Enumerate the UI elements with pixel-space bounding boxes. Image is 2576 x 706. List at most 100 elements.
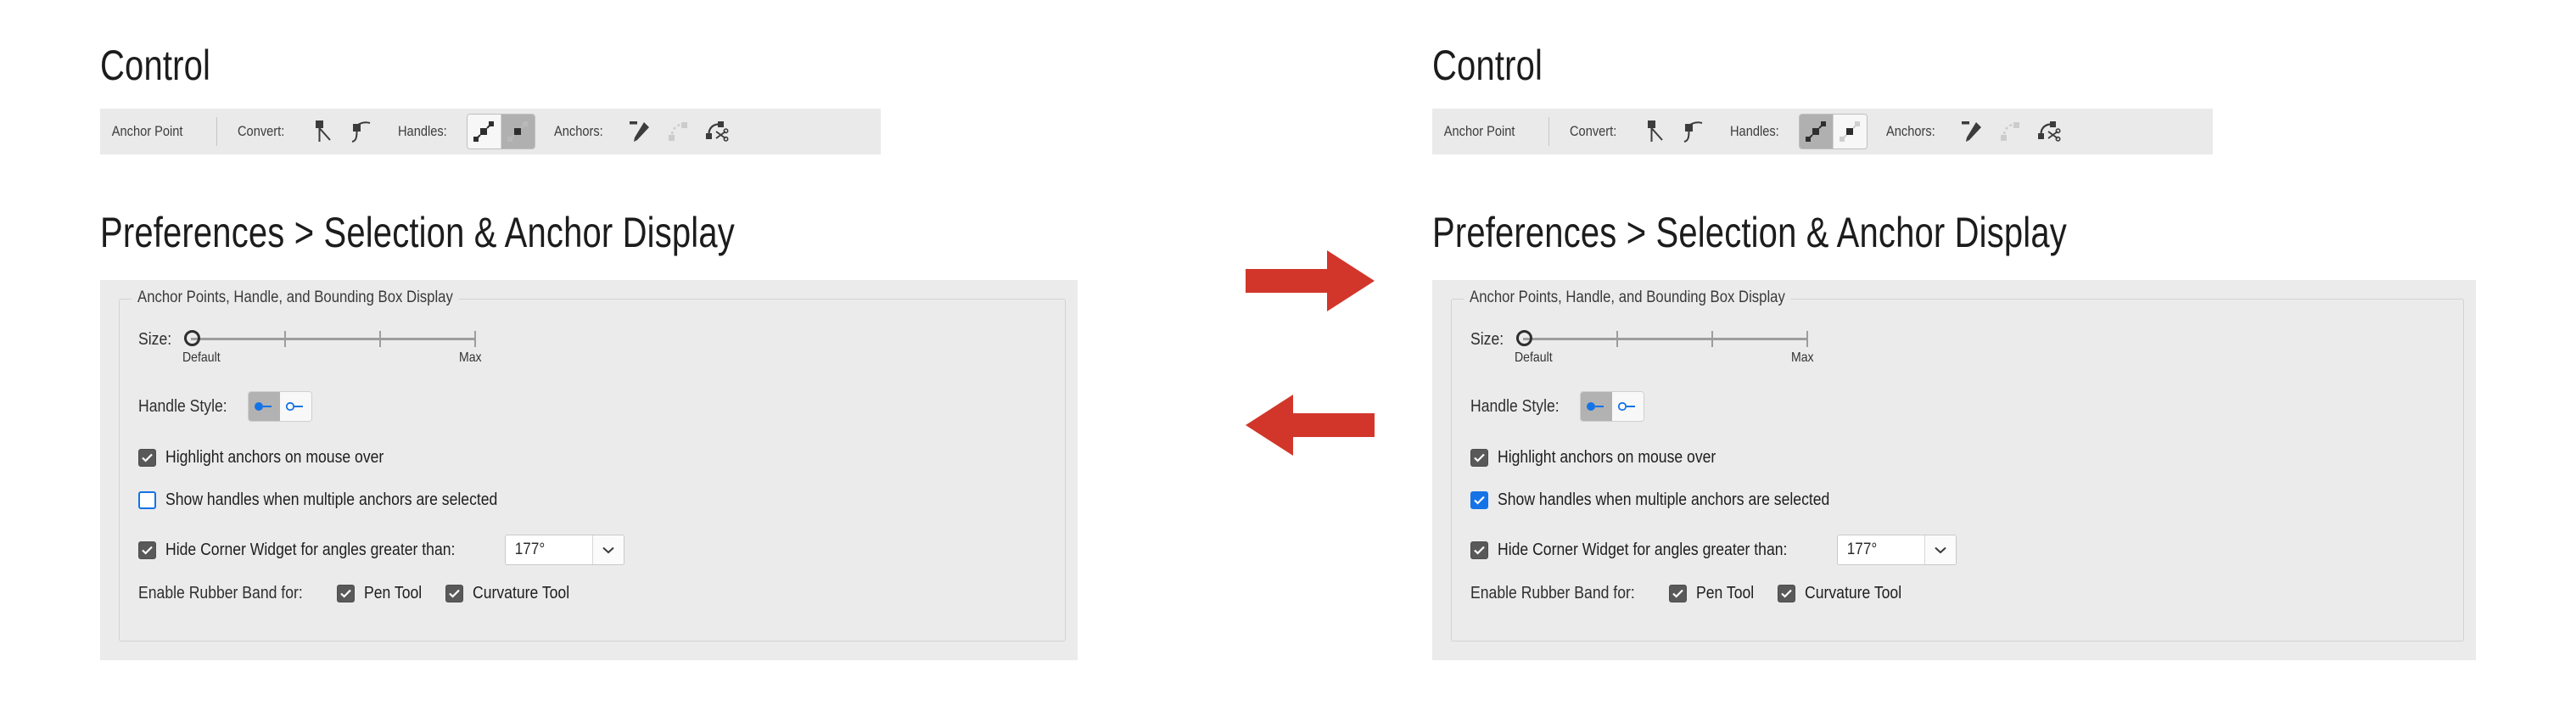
checkbox-row-show-handles-before[interactable]: Show handles when multiple anchors are s… xyxy=(138,490,543,510)
chevron-down-icon[interactable] xyxy=(1924,535,1956,564)
rubber-band-label-after: Enable Rubber Band for: xyxy=(1470,584,1635,602)
checkbox-label-curvature-tool: Curvature Tool xyxy=(1804,584,1901,602)
checkbox-row-highlight-anchors-after[interactable]: Highlight anchors on mouse over xyxy=(1470,448,1745,468)
slider-max-caption: Max xyxy=(1791,350,1815,365)
add-anchor-pen-icon[interactable] xyxy=(622,115,656,148)
handle-style-solid-icon[interactable] xyxy=(1580,392,1612,421)
checkbox-hide-corner-widget[interactable] xyxy=(1470,541,1488,559)
convert-group-before: Convert: xyxy=(219,109,378,154)
handles-label-before: Handles: xyxy=(397,123,447,139)
toolbar-divider xyxy=(216,117,218,146)
convert-label-after: Convert: xyxy=(1570,123,1617,139)
convert-to-corner-icon[interactable] xyxy=(1636,115,1670,148)
handles-segmented-control-before[interactable] xyxy=(466,114,535,149)
arrow-right-icon xyxy=(1246,250,1375,316)
preferences-panel-after: Anchor Points, Handle, and Bounding Box … xyxy=(1432,280,2476,660)
handle-style-hollow-icon[interactable] xyxy=(279,392,311,421)
show-handles-single-icon[interactable] xyxy=(1799,115,1834,148)
handle-style-segmented-control-before[interactable] xyxy=(247,391,312,422)
handles-group-before: Handles: xyxy=(379,109,535,154)
remove-anchor-icon xyxy=(1993,115,2027,148)
handles-group-after: Handles: xyxy=(1711,109,1868,154)
checkbox-label-show-handles: Show handles when multiple anchors are s… xyxy=(165,490,498,509)
anchors-group-before: Anchors: xyxy=(535,109,736,154)
slider-tick xyxy=(284,331,287,347)
show-handles-multiple-icon[interactable] xyxy=(1833,115,1867,148)
angle-dropdown-after[interactable]: 177° xyxy=(1836,535,1957,565)
handle-style-solid-icon[interactable] xyxy=(248,392,280,421)
convert-to-smooth-icon[interactable] xyxy=(1675,115,1709,148)
checkbox-highlight-anchors[interactable] xyxy=(1470,449,1488,467)
rubber-band-label-before: Enable Rubber Band for: xyxy=(138,584,303,602)
checkbox-label-pen-tool: Pen Tool xyxy=(364,584,423,602)
checkbox-show-handles[interactable] xyxy=(1470,491,1488,509)
fieldset-legend-before: Anchor Points, Handle, and Bounding Box … xyxy=(132,289,459,307)
convert-to-corner-icon[interactable] xyxy=(304,115,338,148)
rubber-band-row-before: Enable Rubber Band for: Pen Tool Curvatu… xyxy=(138,584,597,603)
show-handles-single-icon[interactable] xyxy=(467,115,501,148)
rubber-band-pen-tool-before[interactable]: Pen Tool xyxy=(337,584,429,603)
checkbox-curvature-tool[interactable] xyxy=(445,585,463,602)
slider-thumb[interactable] xyxy=(1516,330,1533,346)
anchors-group-after: Anchors: xyxy=(1868,109,2069,154)
checkbox-hide-corner-widget[interactable] xyxy=(138,541,156,559)
toolbar-divider xyxy=(1548,117,1550,146)
handles-label-after: Handles: xyxy=(1729,123,1779,139)
preferences-heading-after: Preferences > Selection & Anchor Display xyxy=(1432,209,2067,256)
anchors-label-before: Anchors: xyxy=(553,123,603,139)
after-panel: Control Anchor Point Convert: Handles: A… xyxy=(1432,0,2535,706)
checkbox-row-hide-corner-widget-after[interactable]: Hide Corner Widget for angles greater th… xyxy=(1470,535,1957,565)
before-panel: Control Anchor Point Convert: Handles: A… xyxy=(100,0,1203,706)
size-slider-row-after: Size: Default Max xyxy=(1470,328,1817,367)
handle-style-hollow-icon[interactable] xyxy=(1611,392,1644,421)
checkbox-label-highlight-anchors: Highlight anchors on mouse over xyxy=(165,448,384,467)
slider-tick xyxy=(1806,331,1809,347)
checkbox-label-hide-corner-widget: Hide Corner Widget for angles greater th… xyxy=(165,540,456,559)
size-slider-after[interactable]: Default Max xyxy=(1511,328,1817,367)
rubber-band-curvature-tool-after[interactable]: Curvature Tool xyxy=(1777,584,1915,603)
handle-style-row-after: Handle Style: xyxy=(1470,391,1644,422)
handles-segmented-control-after[interactable] xyxy=(1798,114,1868,149)
checkbox-label-curvature-tool: Curvature Tool xyxy=(472,584,569,602)
slider-min-caption: Default xyxy=(1515,350,1554,365)
slider-tick xyxy=(474,331,477,347)
toolbar-title-after: Anchor Point xyxy=(1443,123,1515,139)
cut-path-scissors-icon[interactable] xyxy=(700,115,734,148)
size-slider-before[interactable]: Default Max xyxy=(179,328,484,367)
control-toolbar-after: Anchor Point Convert: Handles: Anchors: xyxy=(1432,109,2213,154)
convert-to-smooth-icon[interactable] xyxy=(343,115,377,148)
preferences-panel-before: Anchor Points, Handle, and Bounding Box … xyxy=(100,280,1078,660)
checkbox-label-show-handles: Show handles when multiple anchors are s… xyxy=(1498,490,1830,509)
rubber-band-pen-tool-after[interactable]: Pen Tool xyxy=(1669,584,1761,603)
add-anchor-pen-icon[interactable] xyxy=(1954,115,1988,148)
checkbox-highlight-anchors[interactable] xyxy=(138,449,156,467)
checkbox-show-handles[interactable] xyxy=(138,491,156,509)
anchors-label-after: Anchors: xyxy=(1885,123,1935,139)
arrow-left-icon xyxy=(1246,395,1375,460)
checkbox-curvature-tool[interactable] xyxy=(1777,585,1795,602)
show-handles-multiple-icon[interactable] xyxy=(501,115,535,148)
rubber-band-curvature-tool-before[interactable]: Curvature Tool xyxy=(445,584,583,603)
slider-track xyxy=(1523,338,1809,340)
checkbox-row-highlight-anchors-before[interactable]: Highlight anchors on mouse over xyxy=(138,448,413,468)
slider-max-caption: Max xyxy=(459,350,483,365)
toolbar-title-before: Anchor Point xyxy=(111,123,183,139)
control-heading-before: Control xyxy=(100,42,211,89)
anchor-display-fieldset-before: Anchor Points, Handle, and Bounding Box … xyxy=(119,289,1066,642)
convert-label-before: Convert: xyxy=(238,123,285,139)
angle-dropdown-before[interactable]: 177° xyxy=(504,535,624,565)
checkbox-pen-tool[interactable] xyxy=(1669,585,1688,602)
rubber-band-row-after: Enable Rubber Band for: Pen Tool Curvatu… xyxy=(1470,584,1929,603)
checkbox-row-hide-corner-widget-before[interactable]: Hide Corner Widget for angles greater th… xyxy=(138,535,624,565)
handle-style-row-before: Handle Style: xyxy=(138,391,312,422)
chevron-down-icon[interactable] xyxy=(591,535,624,564)
fieldset-legend-after: Anchor Points, Handle, and Bounding Box … xyxy=(1464,289,1791,307)
preferences-heading-before: Preferences > Selection & Anchor Display xyxy=(100,209,735,256)
handle-style-segmented-control-after[interactable] xyxy=(1579,391,1644,422)
slider-thumb[interactable] xyxy=(184,330,201,346)
handle-style-label-before: Handle Style: xyxy=(138,396,227,416)
checkbox-row-show-handles-after[interactable]: Show handles when multiple anchors are s… xyxy=(1470,490,1875,510)
cut-path-scissors-icon[interactable] xyxy=(2032,115,2066,148)
checkbox-pen-tool[interactable] xyxy=(337,585,356,602)
control-heading-after: Control xyxy=(1432,42,1543,89)
